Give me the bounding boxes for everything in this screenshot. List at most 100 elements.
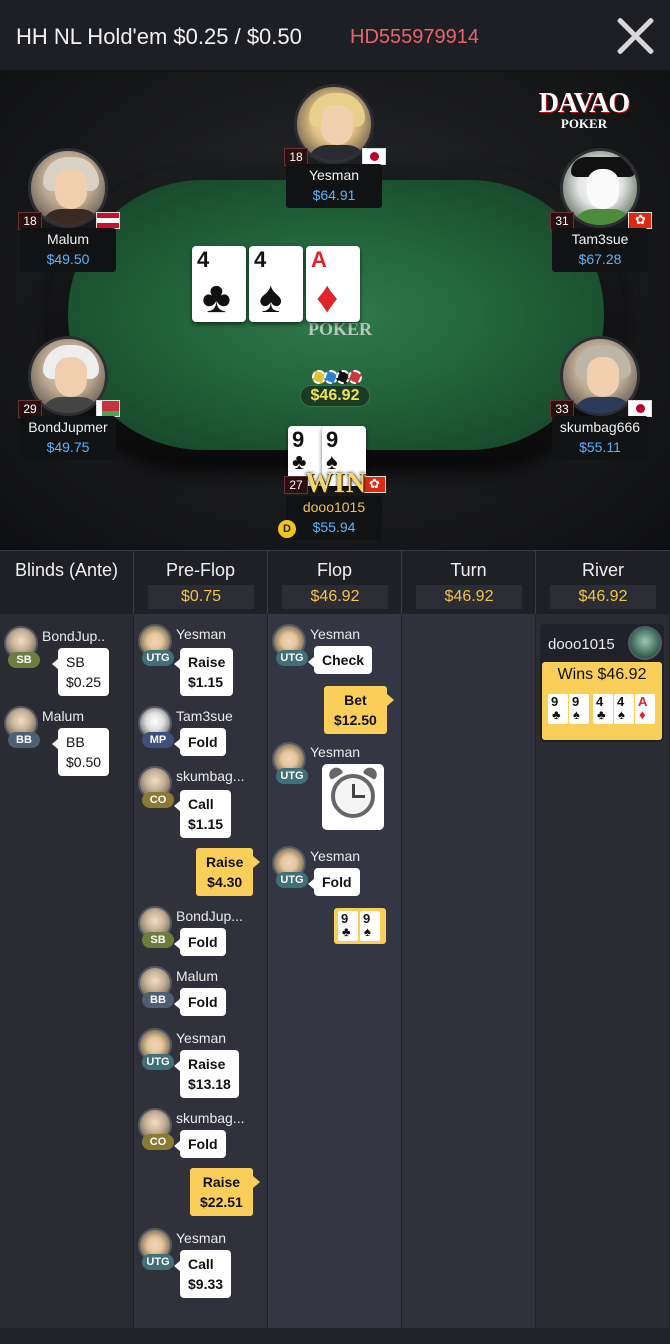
hero-shown-cards: 9 ♣ 9 ♠ [334, 908, 386, 944]
action-label: Raise [188, 1056, 226, 1072]
player-name: Yesman [310, 848, 361, 864]
action-bubble: SB $0.25 [51, 648, 110, 696]
player-name: BondJup.. [42, 628, 106, 644]
player-stack: $55.11 [579, 439, 621, 455]
action-bubble: Fold [174, 988, 226, 1016]
street-name: Turn [450, 560, 487, 580]
action-bubble: Fold [174, 928, 226, 956]
action-label: Fold [188, 734, 218, 750]
log-entry: MP Tam3sue Fold [138, 706, 264, 756]
mini-card: 9 ♣ [338, 911, 358, 941]
hand-id[interactable]: HD555979914 [350, 26, 479, 49]
player-name: Malum [46, 231, 89, 247]
action-amount: $0.25 [66, 674, 102, 690]
card-suit-icon: ♣ [597, 707, 606, 722]
game-title: HH NL Hold'em $0.25 / $0.50 [16, 24, 302, 49]
street-pot: $46.92 [416, 585, 522, 609]
hero-action-bubble: Raise $22.51 [190, 1168, 260, 1216]
action-bubble: Call $9.33 [173, 1250, 232, 1298]
board-card: 4 ♠ [249, 246, 303, 322]
flag-hongkong-icon [628, 212, 652, 229]
bottom-bar [0, 1328, 670, 1344]
action-bubble: Fold [174, 728, 226, 756]
header-bar: HH NL Hold'em $0.25 / $0.50 HD555979914 [0, 0, 670, 72]
player-name: Yesman [176, 626, 227, 642]
action-label: Fold [188, 1136, 218, 1152]
column-preflop: UTG Yesman Raise $1.15 MP Tam3sue Fold C… [134, 614, 268, 1328]
position-badge: UTG [142, 1254, 174, 1270]
position-badge: BB [8, 732, 40, 748]
card-suit-icon: ♠ [259, 273, 283, 322]
close-icon[interactable] [614, 14, 656, 56]
board-card: 4 ♣ [192, 246, 246, 322]
player-stack: $49.75 [46, 439, 90, 455]
mini-card: 9 ♣ [548, 694, 568, 724]
action-amount: $13.18 [188, 1076, 231, 1092]
action-amount: $9.33 [188, 1276, 224, 1292]
nameplate: skumbag666 $55.11 [552, 416, 648, 460]
brand-logo: DAVAO POKER [536, 88, 632, 132]
column-blinds: SB BondJup.. SB $0.25 BB Malum BB $0.50 [0, 614, 134, 1328]
alarm-clock-icon [322, 764, 384, 830]
hero-action-bubble: Raise $4.30 [196, 848, 261, 896]
player-name: Yesman [176, 1230, 227, 1246]
log-entry: UTG Yesman Check [272, 624, 398, 674]
action-amount: $12.50 [334, 712, 377, 728]
log-entry: BB Malum BB $0.50 [4, 706, 130, 776]
street-name: Blinds (Ante) [14, 560, 119, 580]
pot-amount: $46.92 [300, 385, 370, 407]
street-flop: Flop $46.92 [268, 551, 402, 615]
street-headers: Blinds (Ante) Pre-Flop $0.75 Flop $46.92… [0, 550, 670, 615]
nameplate: BondJupmer $49.75 [20, 416, 116, 460]
nameplate: Yesman $64.91 [286, 164, 382, 208]
action-label: Check [322, 652, 365, 668]
action-bubble: Fold [174, 1130, 226, 1158]
player-name: dooo1015 [302, 499, 366, 515]
card-suit-icon: ♣ [342, 924, 351, 939]
log-entry: UTG Yesman Raise $13.18 [138, 1028, 264, 1098]
position-badge: BB [142, 992, 174, 1008]
action-amount: $0.50 [66, 754, 102, 770]
position-badge: UTG [276, 650, 308, 666]
card-suit-icon: ♠ [618, 707, 625, 722]
card-suit-icon: ♦ [316, 273, 339, 322]
position-badge: MP [142, 732, 174, 748]
card-rank: A [311, 247, 327, 272]
column-flop: UTG Yesman Check Bet $12.50 UTG Yesman U… [268, 614, 402, 1328]
dealer-button-icon: D [278, 520, 296, 538]
action-label: Fold [322, 874, 352, 890]
action-log[interactable]: SB BondJup.. SB $0.25 BB Malum BB $0.50 [0, 614, 670, 1328]
street-blinds: Blinds (Ante) [0, 551, 134, 615]
flag-japan-icon [628, 400, 652, 417]
position-badge: CO [142, 1134, 174, 1150]
hand-history-screen: HH NL Hold'em $0.25 / $0.50 HD555979914 … [0, 0, 670, 1344]
action-bubble: Raise $13.18 [174, 1050, 239, 1098]
street-pot: $46.92 [282, 585, 388, 609]
street-name: Pre-Flop [165, 560, 236, 580]
avatar [628, 626, 662, 660]
action-amount: $1.15 [188, 816, 224, 832]
flag-austria-icon [96, 212, 120, 229]
action-label: Call [188, 1256, 214, 1272]
log-entry: UTG Yesman Call $9.33 [138, 1228, 264, 1298]
action-label: BB [66, 734, 85, 750]
player-name: Tam3sue [176, 708, 233, 724]
action-label: Fold [188, 934, 218, 950]
board-card: A ♦ [306, 246, 360, 322]
log-entry: UTG Yesman Fold [272, 846, 398, 896]
card-suit-icon: ♣ [202, 273, 231, 322]
card-suit-icon: ♠ [364, 924, 371, 939]
nameplate: Tam3sue $67.28 [552, 228, 648, 272]
player-stack: $64.91 [312, 187, 356, 203]
player-name: Tam3sue [571, 231, 629, 247]
action-label: Fold [188, 994, 218, 1010]
position-badge: UTG [142, 1054, 174, 1070]
poker-table: DAVAO POKER O POKER 4♣4♠A♦ $46.92 18 Yes… [0, 72, 670, 550]
street-turn: Turn $46.92 [402, 551, 536, 615]
card-suit-icon: ♦ [639, 707, 646, 722]
position-badge: UTG [276, 872, 308, 888]
player-stack: $49.50 [46, 251, 90, 267]
card-rank: 4 [197, 247, 210, 272]
community-cards: 4 ♣ 4 ♠ A ♦ [192, 246, 372, 324]
action-bubble: Check [307, 646, 373, 674]
